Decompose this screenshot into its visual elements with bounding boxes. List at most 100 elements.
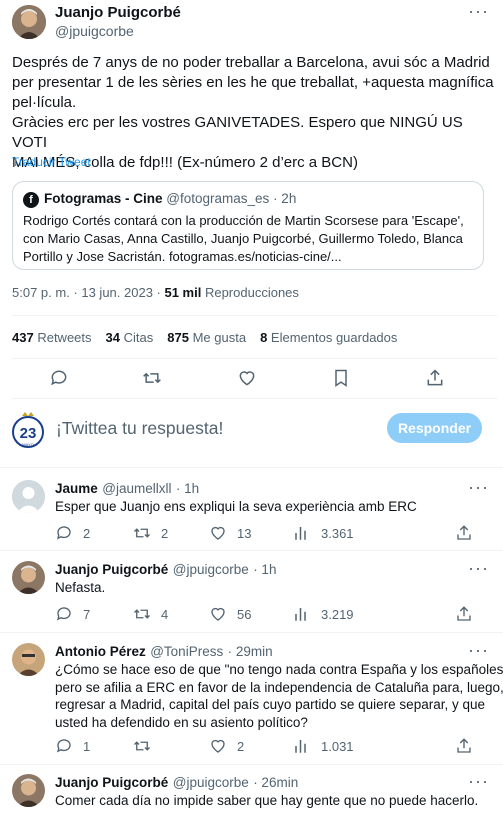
reply-header: Juanjo Puigcorbé @jpuigcorbe · 1h bbox=[55, 561, 276, 579]
author-name[interactable]: Juanjo Puigcorbé bbox=[55, 4, 181, 21]
reply-time[interactable]: · 29min bbox=[228, 644, 273, 659]
reply-share-icon[interactable] bbox=[455, 524, 473, 547]
reply-count: 2 bbox=[83, 525, 91, 541]
tweet-timestamp[interactable]: 5:07 p. m. · 13 jun. 2023 · bbox=[12, 285, 164, 300]
reply-share-icon[interactable] bbox=[455, 737, 473, 760]
tweet-text-line: pel·lícula. bbox=[12, 94, 77, 111]
reply-action-views[interactable]: 1.031 bbox=[293, 737, 354, 755]
reply-icon[interactable] bbox=[49, 368, 69, 393]
reply-text: Esper que Juanjo ens expliqui la seva ex… bbox=[55, 499, 417, 514]
reply-author-handle[interactable]: @jpuigcorbe bbox=[173, 775, 249, 790]
reply-avatar[interactable] bbox=[12, 774, 45, 807]
reply-action-reply[interactable]: 7 bbox=[55, 605, 90, 623]
views-count: 3.219 bbox=[321, 606, 354, 622]
reply-avatar[interactable] bbox=[12, 643, 45, 676]
reply-author-name[interactable]: Juanjo Puigcorbé bbox=[55, 562, 168, 577]
retweets-count: 437 bbox=[12, 330, 34, 345]
reply-button[interactable]: Responder bbox=[387, 413, 482, 443]
reply-text-line: ¿Cómo se hace eso de que "no tengo nada … bbox=[55, 662, 503, 677]
reply-action-retweet[interactable] bbox=[133, 737, 161, 755]
quote-text: Rodrigo Cortés contará con la producción… bbox=[23, 212, 464, 266]
reply-author-handle[interactable]: @ToniPress bbox=[150, 644, 223, 659]
quote-text-line: Portillo y Jose Sacristán. fotogramas.es… bbox=[23, 249, 342, 264]
quote-text-line: Rodrigo Cortés contará con la producción… bbox=[23, 213, 464, 228]
reply-header: Antonio Pérez @ToniPress · 29min bbox=[55, 643, 273, 661]
tweet-text-line: Després de 7 anys de no poder treballar … bbox=[12, 54, 490, 71]
quotes-label: Citas bbox=[123, 330, 154, 345]
like-count: 13 bbox=[237, 525, 252, 541]
likes-count: 875 bbox=[167, 330, 189, 345]
reply-action-views[interactable]: 3.219 bbox=[293, 605, 354, 623]
retweet-icon[interactable] bbox=[142, 368, 162, 393]
tweet-text-line: per presentar 1 de les sèries en les he … bbox=[12, 74, 494, 91]
user-avatar[interactable]: 23 MAYO bbox=[10, 410, 46, 450]
translate-tweet-link[interactable]: Traducir Tweet bbox=[12, 155, 91, 169]
quote-source-name: Fotogramas - Cine bbox=[44, 191, 163, 206]
reply-action-reply[interactable]: 2 bbox=[55, 524, 90, 542]
reply-author-handle[interactable]: @jpuigcorbe bbox=[173, 562, 249, 577]
tweet-timestamp-row: 5:07 p. m. · 13 jun. 2023 · 51 mil Repro… bbox=[12, 285, 299, 300]
likes-stat[interactable]: 875 Me gusta bbox=[167, 330, 246, 345]
views-count: 1.031 bbox=[321, 738, 354, 754]
reply-action-views[interactable]: 3.361 bbox=[293, 524, 354, 542]
reply-time[interactable]: · 26min bbox=[253, 775, 298, 790]
reply-author-name[interactable]: Juanjo Puigcorbé bbox=[55, 775, 168, 790]
reply-time[interactable]: · 1h bbox=[176, 481, 199, 496]
reply-action-retweet[interactable]: 2 bbox=[133, 524, 168, 542]
reply-author-handle[interactable]: @jaumellxll bbox=[102, 481, 171, 496]
avatar-sub: MAYO bbox=[22, 442, 33, 447]
author-avatar[interactable] bbox=[12, 5, 46, 39]
views-label: Reproducciones bbox=[201, 285, 299, 300]
reply-count: 1 bbox=[83, 738, 91, 754]
reply-action-row-partial bbox=[55, 816, 475, 822]
reply-author-name[interactable]: Antonio Pérez bbox=[55, 644, 146, 659]
quotes-stat[interactable]: 34 Citas bbox=[106, 330, 154, 345]
reply-text: Comer cada día no impide saber que hay g… bbox=[55, 793, 479, 808]
quote-text-line: con Mario Casas, Anna Castillo, Juanjo P… bbox=[23, 231, 463, 246]
like-count: 2 bbox=[237, 738, 245, 754]
reply-action-like[interactable]: 2 bbox=[209, 737, 244, 755]
quote-card[interactable]: f Fotogramas - Cine @fotogramas_es · 2h … bbox=[12, 181, 484, 270]
quote-time: · 2h bbox=[273, 191, 297, 206]
reply-action-retweet[interactable]: 4 bbox=[133, 605, 168, 623]
bookmarks-stat[interactable]: 8 Elementos guardados bbox=[260, 330, 397, 345]
bookmark-icon[interactable] bbox=[331, 368, 351, 393]
reply-text: ¿Cómo se hace eso de que "no tengo nada … bbox=[55, 661, 503, 731]
reply-share-icon[interactable] bbox=[455, 605, 473, 628]
reply-header: Jaume @jaumellxll · 1h bbox=[55, 480, 199, 498]
share-icon[interactable] bbox=[425, 368, 445, 393]
reply-action-like[interactable]: 56 bbox=[209, 605, 251, 623]
reply-action-like[interactable]: 13 bbox=[209, 524, 251, 542]
quotes-count: 34 bbox=[105, 330, 120, 345]
fotogramas-logo-icon: f bbox=[23, 192, 39, 208]
reply-input[interactable]: ¡Twittea tu respuesta! bbox=[56, 418, 223, 439]
more-options-icon[interactable]: ··· bbox=[468, 478, 489, 496]
reply-time[interactable]: · 1h bbox=[253, 562, 276, 577]
tweet-stats: 437 Retweets 34 Citas 875 Me gusta 8 Ele… bbox=[12, 330, 397, 345]
reply-count: 7 bbox=[83, 606, 91, 622]
more-options-icon[interactable]: ··· bbox=[468, 2, 489, 20]
reply-text-line: regresar a Madrid, capital del país cuyo… bbox=[55, 697, 485, 712]
quote-source-handle: @fotogramas_es bbox=[166, 191, 270, 206]
reply-action-reply[interactable]: 1 bbox=[55, 737, 90, 755]
reply-text-line: usted ha defendido en su asiento polític… bbox=[55, 714, 308, 730]
views-count: 3.361 bbox=[321, 525, 354, 541]
author-handle[interactable]: @jpuigcorbe bbox=[55, 23, 134, 39]
tweet-text-line: Gràcies erc per les vostres GANIVETADES.… bbox=[12, 114, 463, 151]
reply-avatar[interactable] bbox=[12, 480, 45, 513]
reply-author-name[interactable]: Jaume bbox=[55, 481, 98, 496]
reply-text-line: pero se afilia a ERC en favor de la inde… bbox=[55, 679, 503, 695]
bookmarks-count: 8 bbox=[260, 330, 268, 345]
views-count: 51 mil bbox=[164, 285, 202, 300]
reply-avatar[interactable] bbox=[12, 561, 45, 594]
retweets-stat[interactable]: 437 Retweets bbox=[12, 330, 92, 345]
like-icon[interactable] bbox=[237, 368, 257, 393]
more-options-icon[interactable]: ··· bbox=[468, 559, 489, 577]
retweet-count: 2 bbox=[161, 525, 169, 541]
more-options-icon[interactable]: ··· bbox=[468, 772, 489, 790]
reply-header: Juanjo Puigcorbé @jpuigcorbe · 26min bbox=[55, 774, 298, 792]
retweets-label: Retweets bbox=[37, 330, 92, 345]
avatar-number: 23 bbox=[20, 425, 37, 442]
likes-label: Me gusta bbox=[192, 330, 247, 345]
more-options-icon[interactable]: ··· bbox=[468, 641, 489, 659]
